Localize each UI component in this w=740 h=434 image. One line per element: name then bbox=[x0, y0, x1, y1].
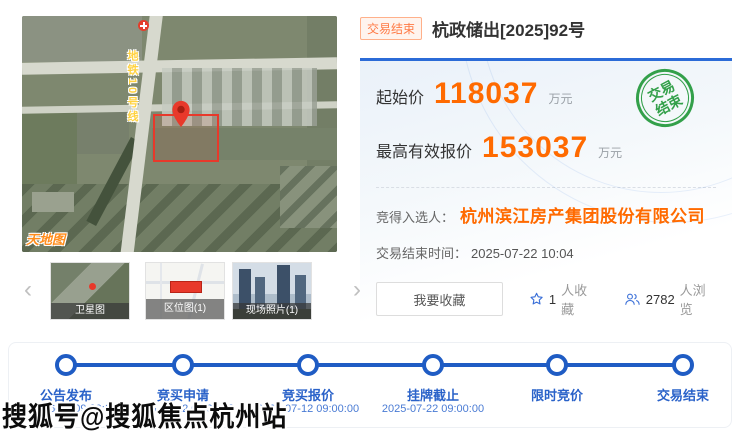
view-count: 2782 人浏览 bbox=[624, 280, 716, 318]
thumbnail-caption: 区位图(1) bbox=[146, 299, 224, 319]
progress-timeline: 公告发布 竞买申请 竞买报价 挂牌截止 限时竞价 交易结束 2025-06-20… bbox=[8, 342, 732, 428]
divider bbox=[376, 187, 716, 188]
timeline-step-date: 2025-06-20 09:00:00 bbox=[15, 403, 117, 415]
map-pin-icon bbox=[171, 100, 191, 128]
timeline-node bbox=[546, 354, 568, 376]
view-suffix: 人浏览 bbox=[680, 280, 716, 318]
timeline-node bbox=[672, 354, 694, 376]
timeline-step-label: 挂牌截止 bbox=[407, 385, 459, 404]
highest-bid-row: 最高有效报价 153037 万元 bbox=[376, 133, 716, 163]
timeline-step-label: 公告发布 bbox=[40, 385, 92, 404]
map-cross-marker-icon bbox=[138, 20, 149, 31]
end-time-label: 交易结束时间： bbox=[376, 246, 467, 261]
thumbnail-strip: ‹ 卫星图 区位图(1) 现场照片(1) › bbox=[22, 262, 355, 320]
header-row: 交易结束 杭政储出[2025]92号 bbox=[360, 14, 732, 42]
thumb-pin-dot bbox=[89, 283, 96, 290]
thumbnail-caption: 卫星图 bbox=[51, 303, 129, 319]
thumbnail-caption: 现场照片(1) bbox=[233, 303, 311, 319]
page: 地铁10号线 天地图 ‹ 卫星图 区位图(1) 现场照片(1) › 交易结束 杭 bbox=[0, 0, 740, 434]
winner-label: 竞得入选人： bbox=[376, 207, 454, 226]
timeline-step-date: 2025-07-12 09:00:00 bbox=[132, 403, 234, 415]
favorite-count: 1 人收藏 bbox=[529, 280, 598, 318]
timeline-step-label: 竞买申请 bbox=[157, 385, 209, 404]
map-terrain-block bbox=[280, 166, 337, 228]
thumb-parcel bbox=[170, 281, 202, 293]
thumbnail-satellite[interactable]: 卫星图 bbox=[50, 262, 130, 320]
map-terrain-block bbox=[77, 112, 129, 154]
view-num: 2782 bbox=[646, 292, 675, 307]
stamp-line: 结束 bbox=[653, 91, 685, 118]
timeline-step-label: 限时竞价 bbox=[531, 385, 583, 404]
favorite-suffix: 人收藏 bbox=[561, 280, 598, 318]
map-terrain-block bbox=[32, 192, 74, 212]
timeline-node bbox=[422, 354, 444, 376]
tianditu-logo: 天地图 bbox=[26, 229, 65, 248]
timeline-node bbox=[55, 354, 77, 376]
timeline-step-date: 2025-07-12 09:00:00 bbox=[257, 403, 359, 415]
map-terrain-block bbox=[22, 112, 77, 186]
actions-row: 我要收藏 1 人收藏 2782 人浏览 bbox=[376, 280, 716, 318]
start-price-value: 118037 bbox=[434, 79, 538, 109]
favorite-button[interactable]: 我要收藏 bbox=[376, 282, 503, 316]
thumbnail-location-map[interactable]: 区位图(1) bbox=[145, 262, 225, 320]
page-title: 杭政储出[2025]92号 bbox=[432, 16, 585, 41]
start-price-label: 起始价 bbox=[376, 84, 424, 108]
end-time-row: 交易结束时间： 2025-07-22 10:04 bbox=[376, 243, 716, 262]
highest-bid-label: 最高有效报价 bbox=[376, 138, 472, 162]
winner-value: 杭州滨江房产集团股份有限公司 bbox=[460, 202, 705, 227]
timeline-step-date: 2025-07-22 09:00:00 bbox=[382, 403, 484, 415]
detail-panel: 交易结束 杭政储出[2025]92号 交易 结束 起始价 118037 万元 最… bbox=[360, 14, 732, 328]
prev-arrow-icon[interactable]: ‹ bbox=[24, 276, 32, 304]
favorite-num: 1 bbox=[549, 292, 556, 307]
star-icon bbox=[529, 291, 544, 307]
metro-line-label: 地铁10号线 bbox=[124, 50, 140, 124]
timeline-node bbox=[172, 354, 194, 376]
users-icon bbox=[624, 291, 641, 307]
start-price-unit: 万元 bbox=[548, 90, 572, 107]
price-card: 交易 结束 起始价 118037 万元 最高有效报价 153037 万元 竞得入… bbox=[360, 58, 732, 328]
satellite-map[interactable]: 地铁10号线 天地图 bbox=[22, 16, 337, 252]
timeline-node bbox=[297, 354, 319, 376]
status-badge: 交易结束 bbox=[360, 17, 422, 40]
deal-closed-stamp: 交易 结束 bbox=[626, 59, 704, 137]
highest-bid-value: 153037 bbox=[482, 133, 588, 163]
timeline-step-label: 交易结束 bbox=[657, 385, 709, 404]
timeline-line bbox=[66, 363, 683, 367]
end-time-value: 2025-07-22 10:04 bbox=[471, 246, 574, 261]
highest-bid-unit: 万元 bbox=[598, 144, 622, 161]
winner-row: 竞得入选人： 杭州滨江房产集团股份有限公司 bbox=[376, 202, 716, 227]
stamp-line: 交易 bbox=[645, 77, 677, 104]
thumbnail-site-photo[interactable]: 现场照片(1) bbox=[232, 262, 312, 320]
timeline-step-label: 竞买报价 bbox=[282, 385, 334, 404]
